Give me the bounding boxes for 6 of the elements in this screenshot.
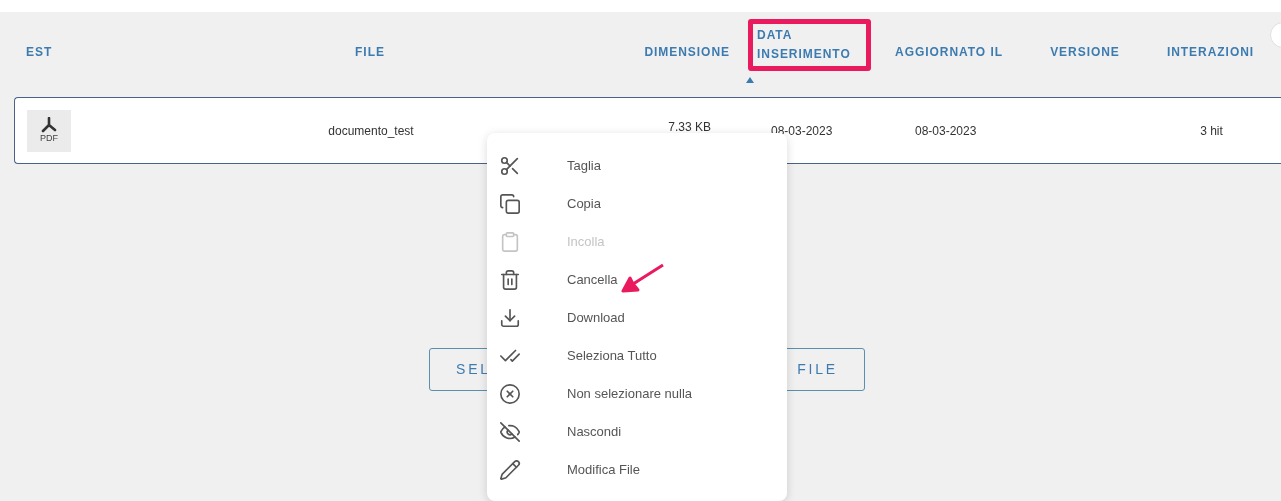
insert-date: 08-03-2023 [771, 123, 833, 138]
file-type-label: PDF [40, 133, 58, 144]
file-name: documento_test [328, 123, 414, 138]
interactions-count: 3 hit [1200, 123, 1223, 138]
update-date: 08-03-2023 [915, 123, 977, 138]
file-size: 7.33 KB [668, 120, 711, 134]
